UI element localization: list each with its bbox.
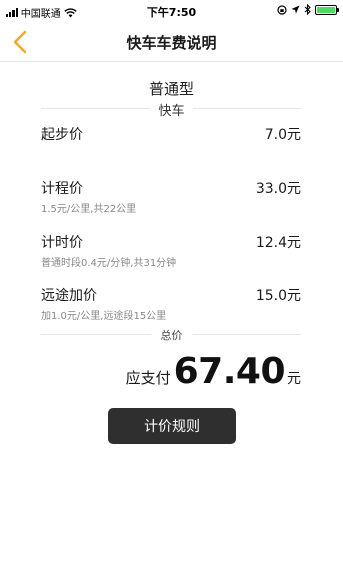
payment-prefix: 应支付 [125, 369, 171, 387]
fee-value: 33.0元 [255, 181, 301, 197]
fee-name: 起步价 [41, 127, 83, 143]
fee-name: 计时价 [41, 235, 83, 251]
battery-icon [315, 4, 339, 15]
payment-unit: 元 [287, 371, 301, 387]
fee-detail: 普通时段0.4元/分钟,共31分钟 [41, 258, 177, 269]
pricing-rules-button[interactable]: 计价规则 [108, 408, 236, 444]
fee-value: 15.0元 [255, 288, 301, 304]
payment-amount: 67.40 [173, 351, 286, 392]
fee-value: 12.4元 [255, 235, 301, 251]
status-right [277, 4, 339, 15]
payment-total: 应支付 67.40 元 [126, 352, 301, 392]
fee-detail: 1.5元/公里,共22公里 [41, 204, 137, 215]
fee-value: 7.0元 [264, 127, 301, 143]
fee-name: 计程价 [41, 181, 83, 197]
bluetooth-icon [304, 4, 311, 15]
car-type-title: 普通型 [148, 80, 194, 98]
fee-detail: 加1.0元/公里,远途段15公里 [41, 311, 167, 322]
location-icon [291, 5, 300, 14]
section-label: 快车 [0, 100, 343, 119]
nav-bar: 快车车费说明 [0, 22, 343, 62]
page-title: 快车车费说明 [126, 34, 217, 52]
fee-name: 远途加价 [41, 288, 97, 304]
total-label-text: 总价 [150, 327, 193, 343]
status-bar: 中国联通 下午7:50 [0, 0, 343, 22]
lock-rotation-icon [277, 4, 287, 15]
total-label: 总价 [0, 327, 343, 343]
section-label-text: 快车 [150, 100, 193, 119]
